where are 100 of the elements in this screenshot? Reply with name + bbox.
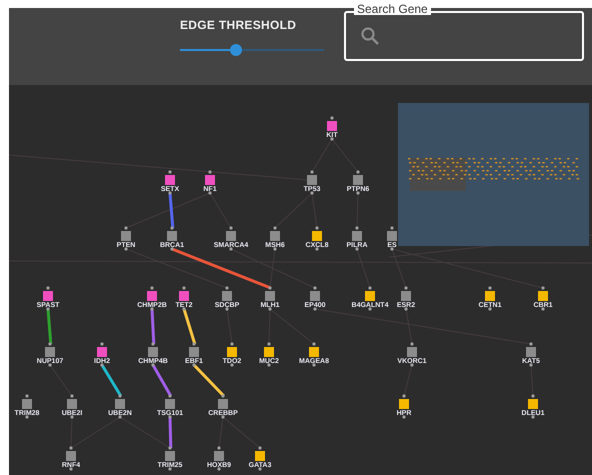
connector-dot (46, 307, 50, 311)
connector-dot (402, 415, 406, 419)
gene-node[interactable] (45, 347, 55, 357)
gene-node[interactable] (165, 175, 175, 185)
connector-dot (355, 226, 359, 230)
gene-node[interactable] (205, 175, 215, 185)
gene-node[interactable] (387, 231, 397, 241)
gene-node[interactable] (222, 291, 232, 301)
gene-node[interactable] (43, 291, 53, 301)
gene-node[interactable] (312, 231, 322, 241)
connector-dot (410, 363, 414, 367)
gene-node[interactable] (218, 399, 228, 409)
gene-node[interactable] (538, 291, 548, 301)
connector-dot (151, 363, 155, 367)
gene-node[interactable] (227, 347, 237, 357)
connector-dot (100, 342, 104, 346)
gene-node[interactable] (353, 175, 363, 185)
connector-dot (267, 342, 271, 346)
gene-node[interactable] (365, 291, 375, 301)
gene-node[interactable] (526, 347, 536, 357)
connector-dot (208, 170, 212, 174)
connector-dot (170, 247, 174, 251)
connector-dot (217, 467, 221, 471)
connector-dot (273, 226, 277, 230)
gene-node[interactable] (255, 451, 265, 461)
connector-dot (168, 467, 172, 471)
connector-dot (541, 286, 545, 290)
connector-dot (273, 247, 277, 251)
gene-node[interactable] (148, 347, 158, 357)
gene-node[interactable] (264, 347, 274, 357)
connector-dot (168, 191, 172, 195)
connector-dot (310, 170, 314, 174)
connector-dot (312, 363, 316, 367)
connector-dot (390, 226, 394, 230)
connector-dot (182, 286, 186, 290)
gene-node[interactable] (147, 291, 157, 301)
connector-dot (310, 191, 314, 195)
gene-node[interactable] (165, 399, 175, 409)
connector-dot (168, 170, 172, 174)
gene-node[interactable] (22, 399, 32, 409)
connector-dot (70, 394, 74, 398)
gene-node[interactable] (167, 231, 177, 241)
gene-node[interactable] (226, 231, 236, 241)
connector-dot (229, 226, 233, 230)
connector-dot (225, 307, 229, 311)
connector-dot (25, 415, 29, 419)
threshold-label: EDGE THRESHOLD (180, 18, 298, 32)
gene-node[interactable] (214, 451, 224, 461)
slider-thumb[interactable] (230, 44, 242, 56)
connector-dot (124, 247, 128, 251)
gene-node[interactable] (401, 291, 411, 301)
gene-node[interactable] (115, 399, 125, 409)
gene-node[interactable] (179, 291, 189, 301)
gene-node[interactable] (265, 291, 275, 301)
gene-node[interactable] (307, 175, 317, 185)
connector-dot (221, 394, 225, 398)
connector-dot (118, 415, 122, 419)
connector-dot (100, 363, 104, 367)
connector-dot (46, 286, 50, 290)
gene-node[interactable] (528, 399, 538, 409)
connector-dot (69, 446, 73, 450)
gene-node[interactable] (189, 347, 199, 357)
connector-dot (230, 363, 234, 367)
gene-node[interactable] (66, 451, 76, 461)
connector-dot (124, 226, 128, 230)
connector-dot (225, 286, 229, 290)
connector-dot (356, 191, 360, 195)
connector-dot (268, 307, 272, 311)
connector-dot (529, 342, 533, 346)
search-label: Search Gene (354, 3, 431, 15)
gene-node[interactable] (309, 347, 319, 357)
connector-dot (229, 247, 233, 251)
gene-node[interactable] (310, 291, 320, 301)
connector-dot (355, 247, 359, 251)
gene-node[interactable] (352, 231, 362, 241)
connector-dot (150, 307, 154, 311)
connector-dot (192, 363, 196, 367)
connector-dot (368, 286, 372, 290)
connector-dot (118, 394, 122, 398)
gene-node[interactable] (399, 399, 409, 409)
connector-dot (48, 342, 52, 346)
gene-node[interactable] (97, 347, 107, 357)
connector-dot (529, 363, 533, 367)
connector-dot (390, 247, 394, 251)
gene-node[interactable] (270, 231, 280, 241)
connector-dot (150, 286, 154, 290)
connector-dot (182, 307, 186, 311)
gene-node[interactable] (485, 291, 495, 301)
gene-node[interactable] (165, 451, 175, 461)
gene-node[interactable] (121, 231, 131, 241)
connector-dot (217, 446, 221, 450)
connector-dot (312, 342, 316, 346)
minimap[interactable] (398, 103, 589, 246)
gene-node[interactable] (67, 399, 77, 409)
connector-dot (70, 415, 74, 419)
connector-dot (258, 446, 262, 450)
gene-node[interactable] (407, 347, 417, 357)
gene-node[interactable] (327, 121, 337, 131)
search-icon (360, 26, 380, 46)
connector-dot (315, 226, 319, 230)
